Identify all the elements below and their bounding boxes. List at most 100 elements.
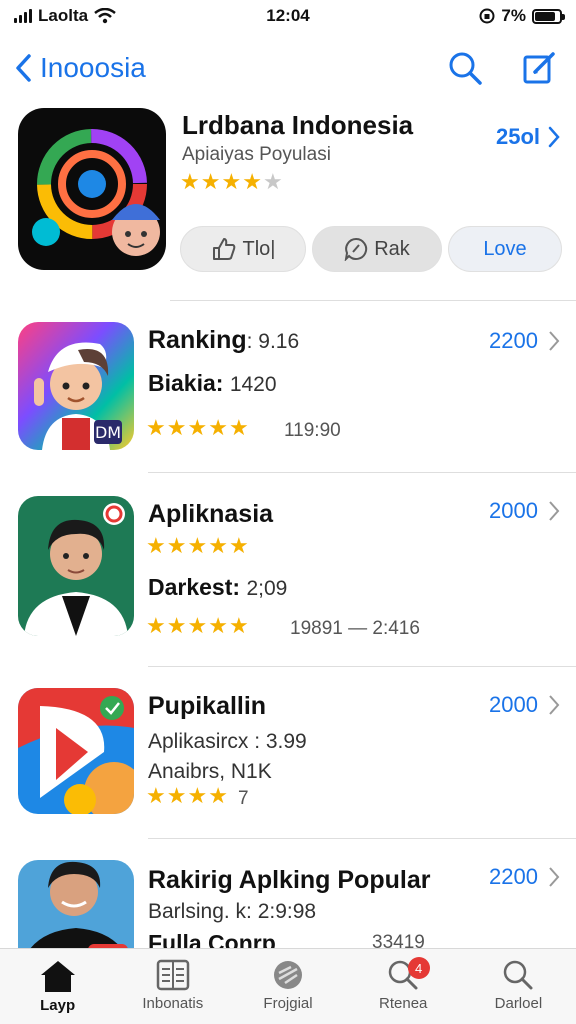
star-filled-icon: ★ (146, 614, 166, 639)
star-filled-icon: ★ (208, 534, 228, 559)
app-row-ranking[interactable]: DM Ranking: 9.16 Biakia: 1420 ★ ★ ★ ★ ★ 119:… (18, 322, 560, 454)
app-detail: Aplikasircx : 3.99 (148, 730, 307, 753)
app-price-button[interactable]: 2000 (489, 692, 560, 718)
app-row-pupikallin[interactable]: Pupikallin Aplikasircx : 3.99 Anaibrs, N… (18, 688, 560, 814)
tab-home[interactable]: Layp (0, 949, 115, 1024)
chevron-right-icon (549, 331, 560, 351)
star-filled-icon: ★ (187, 784, 208, 809)
app-icon[interactable] (18, 688, 134, 814)
app-price-button[interactable]: 2000 (489, 498, 560, 524)
featured-rating: ★ ★ ★ ★ ★ (180, 172, 283, 194)
star-filled-icon: ★ (221, 170, 242, 195)
tab-label: Layp (40, 997, 76, 1014)
notification-badge: 4 (407, 957, 430, 979)
featured-app-icon[interactable] (18, 108, 166, 270)
star-filled-icon: ★ (200, 170, 221, 195)
battery-icon (532, 8, 565, 24)
star-filled-icon: ★ (208, 784, 228, 809)
status-time: 12:04 (266, 6, 310, 25)
divider (148, 472, 576, 473)
star-filled-icon: ★ (166, 784, 187, 809)
love-label: Love (483, 237, 527, 260)
app-title[interactable]: Apliknasia (148, 500, 273, 529)
apps-grid-icon (156, 959, 190, 991)
app-row-apliknasia[interactable]: Apliknasia ★ ★ ★ ★ ★ Darkest: 2;09 ★ ★ ★ ★ ★ 198… (18, 496, 560, 639)
comment-label: Rak (374, 237, 410, 260)
app-detail-value: 2;09 (246, 577, 288, 600)
star-filled-icon: ★ (166, 534, 187, 559)
featured-price-button[interactable]: 25ol (496, 124, 560, 150)
chat-icon (344, 237, 368, 261)
app-title[interactable]: Pupikallin (148, 692, 266, 721)
love-button[interactable]: Love (448, 226, 562, 272)
star-filled-icon: ★ (228, 416, 249, 441)
app-title[interactable]: Ranking: 9.16 (148, 326, 299, 355)
tab-rtenea[interactable]: 4 Rtenea (346, 949, 461, 1024)
app-meta: 33419 (372, 932, 425, 948)
star-filled-icon: ★ (146, 534, 166, 559)
tab-label: Rtenea (379, 995, 428, 1012)
star-filled-icon: ★ (187, 614, 208, 639)
app-title-suffix: : 9.16 (246, 330, 300, 353)
tab-frojgial[interactable]: Frojgial (230, 949, 345, 1024)
search-icon[interactable] (446, 49, 484, 87)
chevron-right-icon (549, 501, 560, 521)
star-filled-icon: ★ (166, 614, 187, 639)
compose-icon[interactable] (522, 50, 558, 86)
app-detail: Barlsing. k: 2:9:98 (148, 900, 317, 923)
star-filled-icon: ★ (187, 416, 208, 441)
app-rating: ★ ★ ★ ★ ★ (146, 418, 249, 440)
app-price: 2200 (489, 864, 538, 889)
featured-app-subtitle: Apiaiyas Poyulasi (182, 144, 331, 165)
app-price: 2000 (489, 692, 538, 717)
app-title[interactable]: Rakirig Aplking Popular (148, 866, 430, 895)
divider (170, 300, 576, 301)
chevron-right-icon (549, 867, 560, 887)
chevron-left-icon (16, 54, 31, 82)
app-icon[interactable]: R8 (18, 860, 134, 948)
app-icon[interactable]: DM (18, 322, 134, 450)
app-detail-value: 1420 (229, 373, 277, 396)
nav-actions (446, 49, 562, 87)
home-icon (40, 961, 75, 992)
featured-app-title[interactable]: Lrdbana Indonesia (182, 110, 413, 141)
battery-percent: 7% (501, 6, 526, 25)
app-detail: Biakia: 1420 (148, 370, 277, 397)
back-button[interactable]: Inooosia (14, 52, 146, 84)
app-price: 2000 (489, 498, 538, 523)
star-filled-icon: ★ (242, 170, 262, 195)
search-icon (504, 960, 533, 990)
app-rating: ★ ★ ★ ★ (146, 786, 228, 808)
status-bar: Laolta 12:04 7% (0, 0, 576, 32)
nav-bar: Inooosia (0, 40, 576, 96)
app-meta: 19891 — 2:416 (290, 618, 420, 639)
tab-bar: Layp Inbonatis Frojgial 4 Rtenea Darloel (0, 948, 576, 1024)
wifi-icon (94, 8, 116, 24)
app-icon[interactable] (18, 496, 134, 636)
featured-app[interactable]: Lrdbana Indonesia Apiaiyas Poyulasi ★ ★ ★ ★… (18, 108, 562, 278)
app-title-text: Ranking (148, 326, 247, 354)
star-filled-icon: ★ (187, 534, 208, 559)
star-empty-icon: ★ (262, 170, 283, 195)
tab-label: Frojgial (263, 995, 313, 1012)
status-left: Laolta (14, 6, 214, 26)
divider (148, 838, 576, 839)
comment-button[interactable]: Rak (312, 226, 442, 272)
star-filled-icon: ★ (208, 416, 228, 441)
like-button[interactable]: Tlo| (180, 226, 306, 272)
app-meta: 7 (238, 788, 249, 809)
svg-text:DM: DM (95, 423, 121, 442)
app-price-button[interactable]: 2200 (489, 328, 560, 354)
featured-actions: Tlo| Rak Love (180, 226, 562, 272)
play-logo-icon (18, 688, 134, 814)
app-price-button[interactable]: 2200 (489, 864, 560, 890)
star-filled-icon: ★ (228, 614, 249, 639)
star-filled-icon: ★ (146, 784, 166, 809)
chevron-right-icon (549, 695, 560, 715)
man-portrait-icon (18, 496, 134, 636)
app-row-rakirig[interactable]: R8 Rakirig Aplking Popular Barlsing. k: … (18, 842, 560, 948)
colorful-ring-logo-icon (32, 129, 160, 256)
battery-level (535, 11, 556, 21)
tab-inbonatis[interactable]: Inbonatis (115, 949, 230, 1024)
tab-darloel[interactable]: Darloel (461, 949, 576, 1024)
